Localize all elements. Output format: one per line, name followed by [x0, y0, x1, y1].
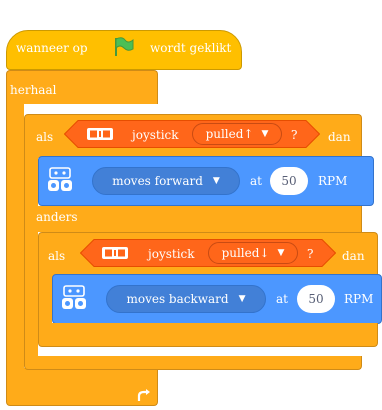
if1-bottom — [24, 356, 362, 370]
chevron-down-icon: ▼ — [261, 129, 269, 139]
if2-then-label: dan — [342, 249, 365, 263]
direction-value-1: pulled↑ — [205, 127, 254, 141]
loop-arrow-icon — [136, 388, 152, 404]
if2-if-label: als — [48, 249, 66, 263]
action-dropdown-2[interactable]: moves backward ▼ — [106, 285, 266, 313]
robot-motor-icon — [60, 284, 88, 312]
if2-bottom — [38, 323, 378, 347]
hat-prefix-label: wanneer op — [16, 41, 88, 55]
chevron-down-icon: ▼ — [212, 176, 220, 186]
if1-if-label: als — [36, 130, 54, 144]
green-flag-icon — [110, 34, 136, 60]
action-dropdown-1[interactable]: moves forward ▼ — [92, 167, 240, 195]
if2-arm — [38, 279, 52, 329]
chevron-down-icon: ▼ — [238, 294, 246, 304]
if1-sensor-label: joystick — [132, 128, 179, 142]
if1-then-label: dan — [328, 130, 351, 144]
action-value-1: moves forward — [112, 174, 203, 188]
joystick-sensor-icon — [86, 127, 114, 141]
if1-unit-label: RPM — [318, 174, 348, 188]
if1-arm-bottom — [24, 231, 38, 357]
if2-sensor-label: joystick — [148, 247, 195, 261]
joystick-sensor-icon — [101, 246, 129, 260]
if1-question-mark: ? — [291, 128, 298, 142]
if2-at-label: at — [276, 292, 288, 306]
hat-suffix-label: wordt geklikt — [150, 41, 232, 55]
if1-arm-top — [24, 157, 38, 209]
action-value-2: moves backward — [126, 292, 229, 306]
direction-value-2: pulled↓ — [221, 246, 270, 260]
chevron-down-icon: ▼ — [277, 248, 285, 258]
if1-else-label: anders — [36, 210, 78, 224]
if2-unit-label: RPM — [344, 292, 374, 306]
forever-loop-arm — [6, 103, 24, 369]
robot-motor-icon — [46, 166, 74, 194]
forever-label: herhaal — [10, 83, 57, 97]
direction-dropdown-1[interactable]: pulled↑ ▼ — [192, 123, 282, 145]
speed-input-2[interactable]: 50 — [297, 285, 335, 313]
speed-input-1[interactable]: 50 — [270, 167, 308, 195]
direction-dropdown-2[interactable]: pulled↓ ▼ — [208, 242, 298, 264]
if1-at-label: at — [250, 174, 262, 188]
if2-question-mark: ? — [307, 247, 314, 261]
